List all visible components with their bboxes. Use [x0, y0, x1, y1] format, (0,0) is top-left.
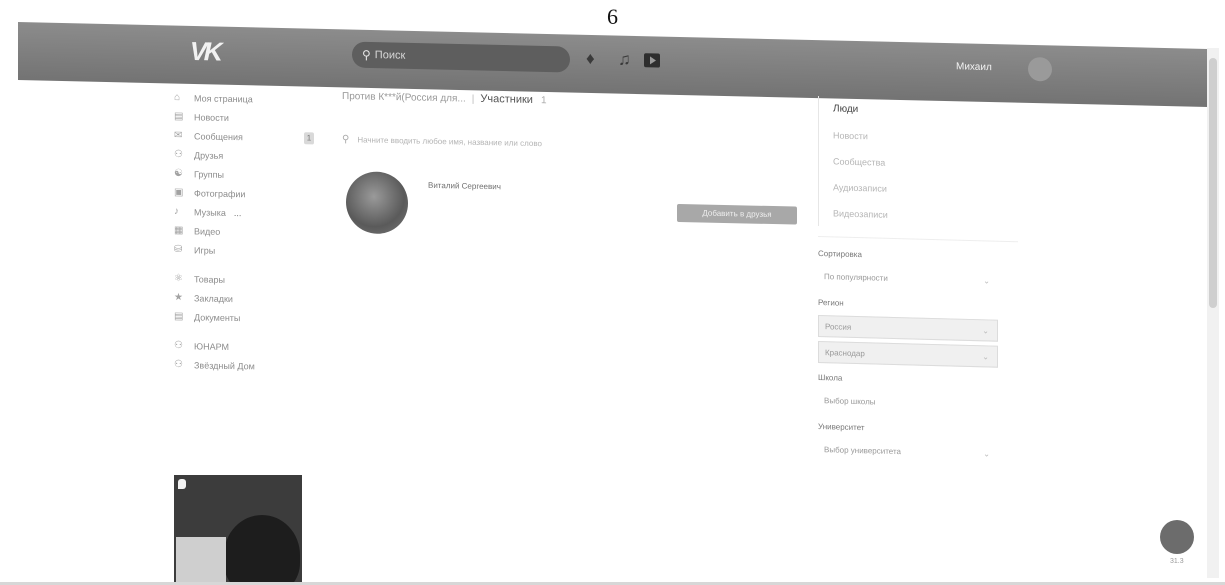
bookmark-icon: ★	[174, 292, 183, 304]
sidebar-item-label: Друзья	[194, 149, 224, 161]
promo-card	[176, 537, 226, 585]
chat-avatar[interactable]	[1160, 520, 1194, 554]
tab-video[interactable]: Видеозаписи	[833, 200, 1008, 231]
sidebar-item-games[interactable]: ⛁ Игры	[174, 240, 324, 262]
scroll-thumb[interactable]	[1209, 58, 1217, 308]
home-icon: ⌂	[174, 92, 181, 104]
university-label[interactable]: Университет	[818, 422, 1018, 436]
sidebar-item-label: Документы	[194, 311, 241, 323]
member-name[interactable]: Виталий Сергеевич	[428, 181, 501, 192]
avatar[interactable]	[1028, 56, 1052, 82]
university-value: Выбор университета	[824, 445, 901, 457]
chevron-down-icon: ⌄	[982, 352, 989, 362]
sidebar-item-label: Новости	[194, 111, 229, 123]
sidebar-item-label: Моя страница	[194, 92, 253, 104]
scrollbar[interactable]	[1207, 48, 1219, 578]
messages-icon: ✉	[174, 130, 183, 142]
group-icon: ⚇	[174, 359, 183, 371]
video-icon[interactable]	[644, 53, 660, 68]
chat-caption: 31.3	[1170, 558, 1184, 565]
friends-icon: ⚇	[174, 149, 183, 161]
groups-icon: ☯	[174, 168, 183, 180]
sidebar-item-my-page[interactable]: ⌂ Моя страница	[174, 88, 324, 110]
members-panel: Против К***й(Россия для... | Участники 1…	[342, 86, 802, 261]
sidebar-item-market[interactable]: ⚛ Товары	[174, 269, 324, 291]
divider	[818, 236, 1018, 243]
region-label: Регион	[818, 298, 844, 308]
avatar[interactable]	[346, 171, 408, 235]
search-filters-panel: Люди Новости Сообщества Аудиозаписи Виде…	[818, 96, 1018, 466]
sidebar-item-group-1[interactable]: ⚇ ЮНАРМ	[174, 336, 324, 358]
breadcrumb-separator: |	[471, 93, 475, 105]
user-name[interactable]: Михаил	[956, 61, 992, 73]
sidebar-item-news[interactable]: ▤ Новости	[174, 107, 324, 129]
video-icon: ▦	[174, 225, 184, 237]
vk-logo[interactable]: VK	[187, 36, 239, 67]
chevron-down-icon: ⌄	[982, 326, 989, 336]
more-icon[interactable]: ...	[234, 208, 242, 218]
sidebar-item-label: Товары	[194, 273, 225, 285]
bell-icon[interactable]: ♦	[586, 49, 595, 69]
sidebar-item-music[interactable]: ♪ Музыка...	[174, 202, 324, 224]
country-select[interactable]: Россия ⌄	[818, 315, 998, 342]
school-select[interactable]: Выбор школы	[818, 390, 998, 417]
sidebar-item-label: Закладки	[194, 292, 233, 304]
breadcrumb-group-link[interactable]: Против К***й(Россия для...	[342, 91, 466, 105]
docs-icon: ▤	[174, 311, 184, 323]
sidebar-item-label: Сообщения	[194, 130, 243, 142]
music-icon: ♪	[174, 206, 179, 218]
sort-value: По популярности	[824, 272, 888, 283]
music-icon[interactable]: ♫	[618, 50, 631, 70]
breadcrumb-current: Участники	[480, 92, 533, 106]
sidebar-item-friends[interactable]: ⚇ Друзья	[174, 145, 324, 167]
member-search-placeholder: Начните вводить любое имя, название или …	[357, 135, 542, 149]
market-icon: ⚛	[174, 273, 183, 285]
messages-badge: 1	[304, 131, 314, 144]
games-icon: ⛁	[174, 244, 183, 256]
search-icon: ⚲	[362, 47, 371, 63]
search-placeholder: Поиск	[374, 49, 406, 62]
sidebar-item-label: Группы	[194, 168, 224, 180]
search-input[interactable]: ⚲ Поиск	[352, 41, 570, 73]
sidebar-item-video[interactable]: ▦ Видео	[174, 221, 324, 243]
news-icon: ▤	[174, 111, 184, 123]
sidebar-item-label: Фотографии	[194, 187, 246, 199]
add-friend-button[interactable]: Добавить в друзья	[677, 204, 797, 225]
chevron-down-icon: ⌄	[983, 276, 990, 286]
university-select[interactable]: Выбор университета ⌄	[818, 439, 998, 466]
list-item: Виталий Сергеевич Добавить в друзья	[342, 171, 802, 261]
member-search-input[interactable]: ⚲ Начните вводить любое имя, название ил…	[342, 134, 802, 155]
search-icon: ⚲	[342, 134, 350, 146]
sidebar-item-documents[interactable]: ▤ Документы	[174, 307, 324, 329]
city-value: Краснодар	[825, 348, 865, 359]
school-label[interactable]: Школа	[818, 373, 1018, 387]
members-count: 1	[540, 94, 547, 106]
sidebar-item-label: ЮНАРМ	[194, 340, 229, 352]
notification-icon	[178, 479, 186, 489]
promo-photo[interactable]	[174, 475, 302, 585]
group-icon: ⚇	[174, 340, 183, 352]
sidebar-item-bookmarks[interactable]: ★ Закладки	[174, 288, 324, 310]
chevron-down-icon: ⌄	[983, 449, 990, 459]
country-value: Россия	[825, 322, 852, 332]
person-photo	[224, 515, 300, 585]
school-value: Выбор школы	[824, 396, 876, 407]
sidebar-item-label: Игры	[194, 244, 216, 256]
sidebar-item-label: Музыка	[194, 206, 226, 218]
sidebar-item-photos[interactable]: ▣ Фотографии	[174, 183, 324, 205]
sort-label: Сортировка	[818, 249, 862, 260]
sidebar-item-messages[interactable]: ✉ Сообщения 1	[174, 126, 324, 148]
sidebar-item-label: Видео	[194, 225, 221, 237]
sidebar-item-groups[interactable]: ☯ Группы	[174, 164, 324, 186]
sidebar-item-group-2[interactable]: ⚇ Звёздный Дом	[174, 355, 324, 377]
sidebar-item-label: Звёздный Дом	[194, 359, 255, 371]
search-tabs: Люди Новости Сообщества Аудиозаписи Виде…	[818, 96, 1008, 231]
sort-select[interactable]: По популярности ⌄	[818, 266, 998, 293]
sidebar: ⌂ Моя страница ▤ Новости ✉ Сообщения 1 ⚇ Друз…	[174, 88, 324, 377]
city-select[interactable]: Краснодар ⌄	[818, 341, 998, 368]
photo-icon: ▣	[174, 187, 184, 199]
